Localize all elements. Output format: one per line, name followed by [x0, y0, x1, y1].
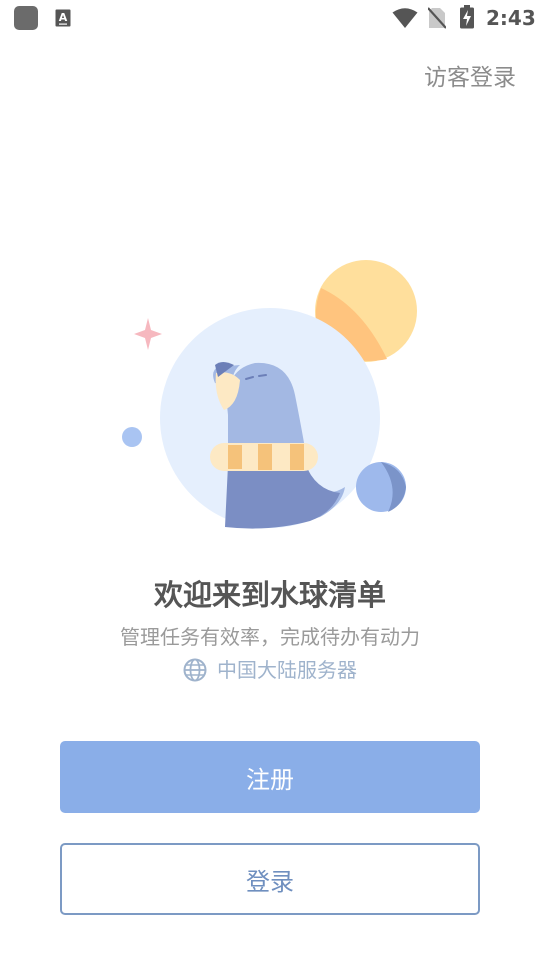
welcome-screen: A 2:43 访客登录 欢迎来到水球清单 管理任务有效率，完成待办有动力 中国大… [0, 0, 540, 960]
server-label: 中国大陆服务器 [217, 658, 357, 682]
small-dot [122, 427, 142, 447]
sparkle-icon [134, 318, 162, 350]
ball-shape [356, 462, 406, 512]
welcome-title: 欢迎来到水球清单 [153, 578, 386, 612]
register-button-label: 注册 [246, 765, 294, 794]
svg-text:A: A [59, 11, 68, 24]
app-icon [14, 6, 38, 30]
login-button[interactable]: 登录 [60, 843, 480, 915]
wifi-icon [392, 8, 418, 28]
battery-charging-icon [460, 5, 474, 29]
login-button-label: 登录 [246, 867, 294, 896]
status-time: 2:43 [486, 6, 536, 30]
register-button[interactable]: 注册 [60, 741, 480, 813]
keyboard-a-icon: A [55, 9, 71, 27]
server-selector[interactable]: 中国大陆服务器 [0, 655, 540, 685]
status-bar: A 2:43 [0, 0, 540, 36]
guest-login-link[interactable]: 访客登录 [424, 62, 516, 94]
globe-icon [183, 658, 207, 682]
no-sim-icon [428, 7, 446, 29]
welcome-subtitle: 管理任务有效率，完成待办有动力 [120, 625, 420, 649]
sea-lion-illustration [122, 260, 417, 529]
